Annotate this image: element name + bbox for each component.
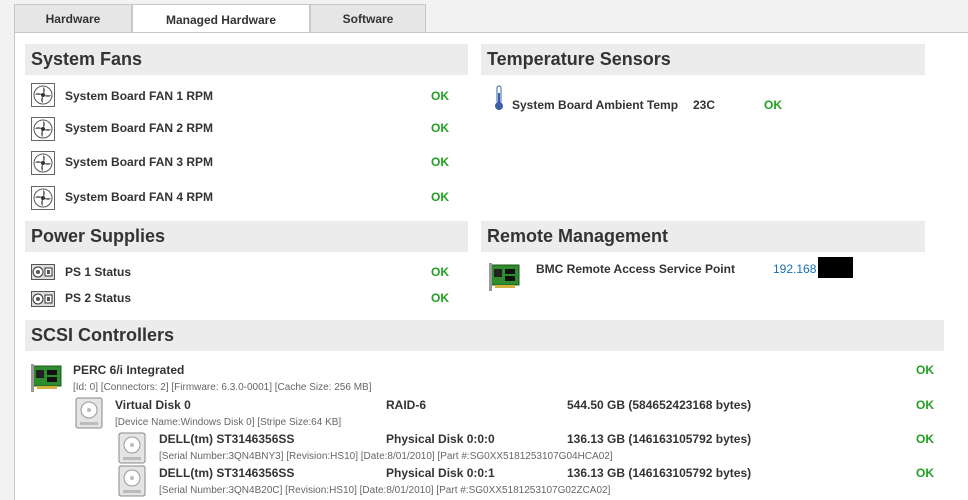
controller-card-icon — [31, 364, 63, 394]
ambient-temp-value: 23C — [693, 98, 716, 112]
remote-management-header: Remote Management — [481, 221, 925, 252]
fan-icon — [31, 186, 55, 210]
physical-disk-1-size: 136.13 GB (146163105792 bytes) — [567, 466, 752, 480]
temperature-sensors-header: Temperature Sensors — [481, 44, 925, 75]
physical-disk-1-id: Physical Disk 0:0:1 — [386, 466, 495, 480]
ps-1-label: PS 1 Status — [65, 265, 132, 279]
fan-2-status: OK — [431, 121, 449, 135]
fan-icon — [31, 117, 55, 141]
ps-2-label: PS 2 Status — [65, 291, 132, 305]
fan-2-label: System Board FAN 2 RPM — [65, 121, 214, 135]
thermometer-icon — [494, 85, 504, 111]
virtual-disk-name: Virtual Disk 0 — [115, 398, 191, 412]
physical-disk-1-status: OK — [916, 466, 934, 480]
managed-hardware-panel: System Fans System Board FAN 1 RPM OK Sy… — [14, 32, 968, 500]
fan-icon — [31, 151, 55, 175]
tab-software[interactable]: Software — [310, 4, 426, 33]
ps-2-status: OK — [431, 291, 449, 305]
physical-disk-1-name: DELL(tm) ST3146356SS — [159, 466, 295, 480]
network-card-icon — [489, 263, 521, 293]
tab-managed-hardware[interactable]: Managed Hardware — [132, 4, 310, 34]
physical-disk-0-details: [Serial Number:3QN4BNY3] [Revision:HS10]… — [159, 451, 613, 462]
fan-3-label: System Board FAN 3 RPM — [65, 155, 214, 169]
power-supply-icon — [31, 291, 55, 307]
ps-1-status: OK — [431, 265, 449, 279]
fan-4-label: System Board FAN 4 RPM — [65, 190, 214, 204]
ambient-temp-label: System Board Ambient Temp — [512, 98, 679, 112]
virtual-disk-size: 544.50 GB (584652423168 bytes) — [567, 398, 752, 412]
virtual-disk-details: [Device Name:Windows Disk 0] [Stripe Siz… — [115, 417, 342, 428]
fan-1-status: OK — [431, 89, 449, 103]
power-supply-icon — [31, 264, 55, 280]
fan-1-label: System Board FAN 1 RPM — [65, 89, 214, 103]
physical-disk-icon — [118, 465, 146, 497]
tab-hardware[interactable]: Hardware — [14, 4, 132, 33]
ambient-temp-status: OK — [764, 98, 782, 112]
physical-disk-0-id: Physical Disk 0:0:0 — [386, 432, 495, 446]
physical-disk-0-size: 136.13 GB (146163105792 bytes) — [567, 432, 752, 446]
physical-disk-0-name: DELL(tm) ST3146356SS — [159, 432, 295, 446]
physical-disk-1-details: [Serial Number:3QN4B20C] [Revision:HS10]… — [159, 485, 611, 496]
physical-disk-icon — [118, 432, 146, 464]
bmc-address-link[interactable]: 192.168 — [773, 262, 816, 276]
tab-bar: Hardware Managed Hardware Software — [14, 4, 426, 34]
bmc-label: BMC Remote Access Service Point — [536, 262, 735, 276]
virtual-disk-status: OK — [916, 398, 934, 412]
fan-3-status: OK — [431, 155, 449, 169]
redacted-block — [818, 257, 853, 278]
power-supplies-header: Power Supplies — [25, 221, 468, 252]
scsi-controllers-header: SCSI Controllers — [25, 320, 944, 351]
physical-disk-0-status: OK — [916, 432, 934, 446]
controller-name: PERC 6/i Integrated — [73, 363, 185, 377]
controller-status: OK — [916, 363, 934, 377]
system-fans-header: System Fans — [25, 44, 468, 75]
virtual-disk-raid: RAID-6 — [386, 398, 427, 412]
fan-icon — [31, 83, 55, 107]
virtual-disk-icon — [75, 397, 103, 429]
controller-details: [Id: 0] [Connectors: 2] [Firmware: 6.3.0… — [73, 382, 372, 393]
fan-4-status: OK — [431, 190, 449, 204]
